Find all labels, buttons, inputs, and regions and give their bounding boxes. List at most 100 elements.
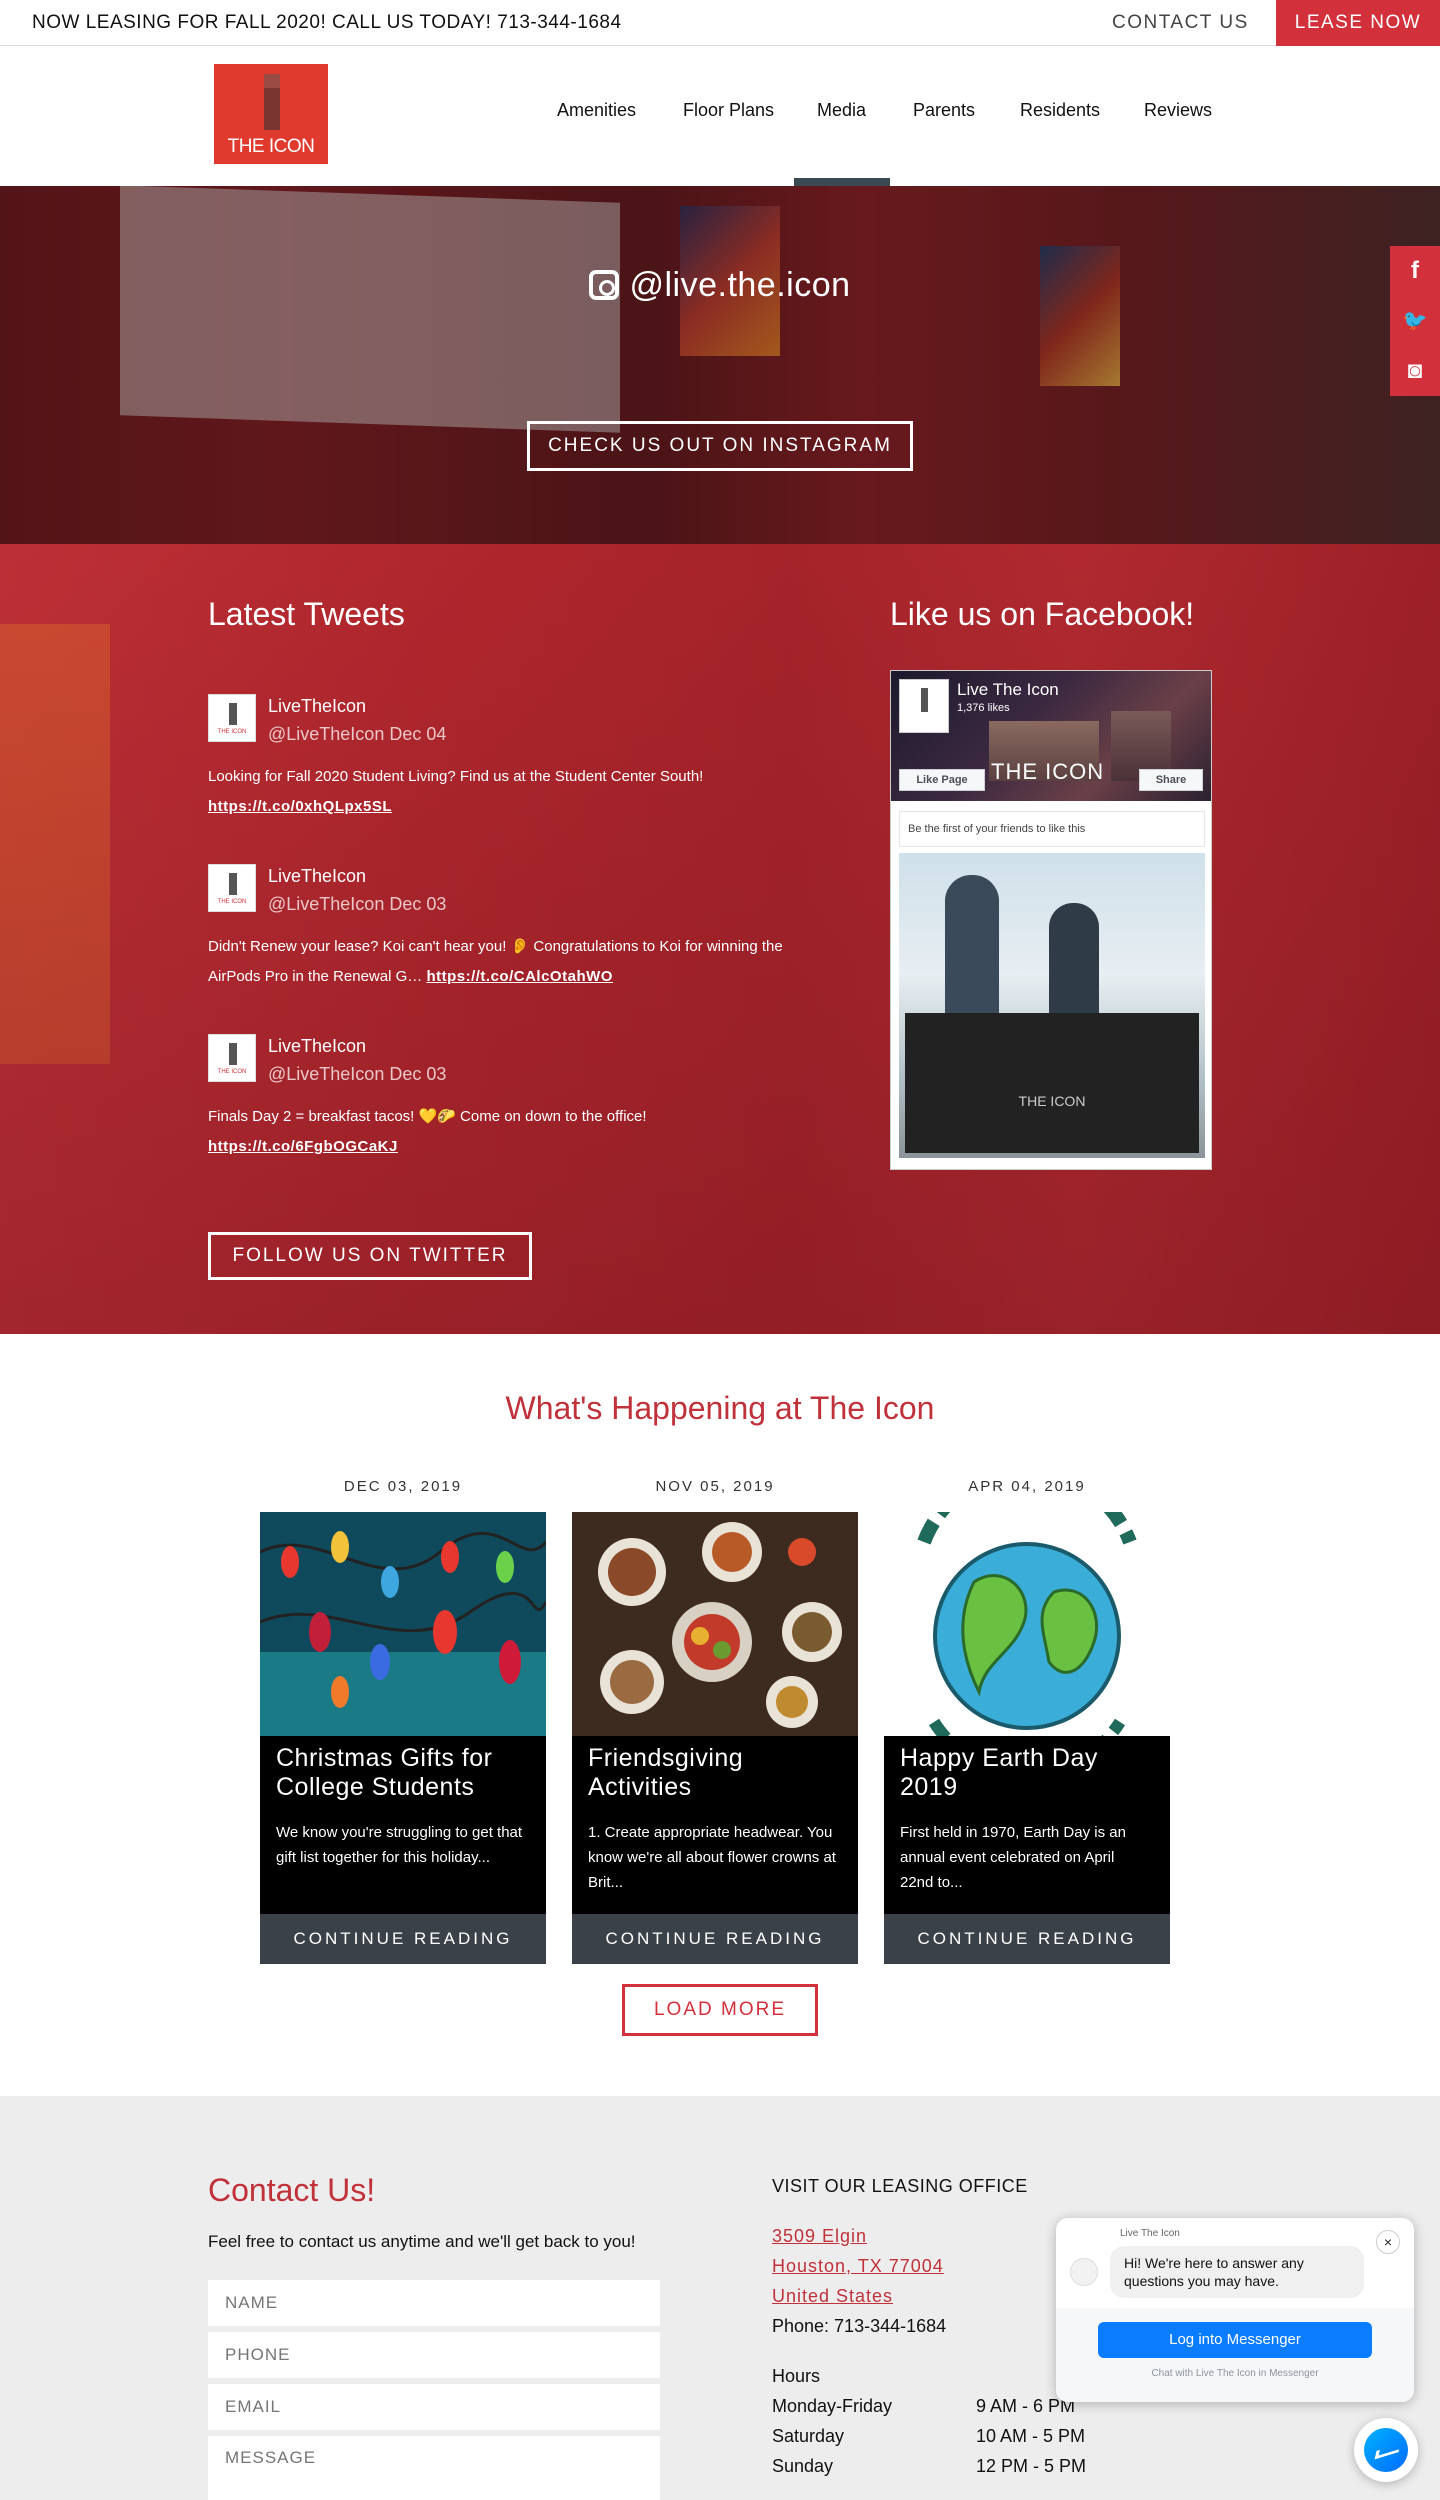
blog-title[interactable]: Friendsgiving Activities [588,1744,848,1802]
blog-card: DEC 03, 2019 Christmas Gifts for College… [258,1474,548,1964]
tweet-link[interactable]: https://t.co/CAlcOtahWO [426,968,613,985]
contact-heading: Contact Us! [208,2172,376,2208]
blog-excerpt: First held in 1970, Earth Day is an annu… [900,1824,1126,1891]
facebook-friends-text: Be the first of your friends to like thi… [899,811,1205,847]
email-field[interactable] [208,2384,660,2430]
chat-sender-name: Live The Icon [1120,2228,1180,2239]
announcement-bar: NOW LEASING FOR FALL 2020! CALL US TODAY… [0,0,1440,46]
blog-image-friendsgiving[interactable] [572,1512,858,1736]
facebook-share-button[interactable]: Share [1139,769,1203,791]
instagram-banner: @live.the.icon CHECK US OUT ON INSTAGRAM [0,186,1440,544]
address-line-2[interactable]: Houston, TX 77004 [772,2256,944,2277]
tweet-text: Finals Day 2 = breakfast tacos! 💛🌮 Come … [208,1102,828,1162]
site-header: THE ICON Amenities Floor Plans Media Par… [0,46,1440,186]
contact-subtext: Feel free to contact us anytime and we'l… [208,2232,636,2251]
banner-overlay [0,186,1440,544]
blog-title[interactable]: Christmas Gifts for College Students [276,1744,536,1802]
facebook-heading: Like us on Facebook! [890,596,1195,632]
tweet-avatar[interactable] [208,1034,256,1082]
address-line-1[interactable]: 3509 Elgin [772,2226,867,2247]
messenger-bolt-icon [1364,2428,1408,2472]
facebook-icon[interactable]: f [1390,246,1440,296]
photo-person [1049,903,1099,1023]
hours-row: Saturday 10 AM - 5 PM [772,2426,1172,2447]
continue-reading-button[interactable]: CONTINUE READING [884,1914,1170,1964]
tweet-avatar[interactable] [208,864,256,912]
follow-twitter-button[interactable]: FOLLOW US ON TWITTER [208,1232,532,1280]
social-sidebar: f 🐦 ◙ [1390,246,1440,396]
messenger-chat-popup: Live The Icon × Hi! We're here to answer… [1056,2218,1414,2402]
chat-footer-text: Chat with Live The Icon in Messenger [1151,2368,1319,2379]
tweet-link[interactable]: https://t.co/6FgbOGCaKJ [208,1138,398,1155]
phone-field[interactable] [208,2332,660,2378]
blog-date: DEC 03, 2019 [343,1478,463,1495]
instagram-handle[interactable]: @live.the.icon [0,266,1440,305]
tweet-link[interactable]: https://t.co/0xhQLpx5SL [208,798,392,815]
hours-day: Saturday [772,2426,845,2446]
tweet-meta: @LiveTheIcon Dec 03 [268,894,447,914]
facebook-like-button[interactable]: Like Page [899,769,985,791]
tweet-body: Finals Day 2 = breakfast tacos! 💛🌮 Come … [208,1108,647,1125]
load-more-button[interactable]: LOAD MORE [622,1984,818,2036]
continue-reading-button[interactable]: CONTINUE READING [260,1914,546,1964]
nav-amenities[interactable]: Amenities [557,100,636,121]
messenger-launcher-icon[interactable] [1354,2418,1418,2482]
blog-card-body: Happy Earth Day 2019 First held in 1970,… [884,1736,1170,1914]
photo-table-logo: THE ICON [1018,1093,1086,1109]
announcement-text: NOW LEASING FOR FALL 2020! CALL US TODAY… [32,12,622,33]
tweet-author[interactable]: LiveTheIcon [268,696,366,717]
chat-greeting: Hi! We're here to answer any questions y… [1110,2246,1364,2298]
blog-card: NOV 05, 2019 Friendsgiving Activities 1.… [570,1474,860,1964]
hours-time: 12 PM - 5 PM [976,2456,1087,2476]
facebook-post-photo[interactable]: THE ICON [899,853,1205,1158]
blog-heading: What's Happening at The Icon [505,1390,935,1426]
office-phone: Phone: 713-344-1684 [772,2316,947,2336]
logo-mark-icon [264,74,280,130]
nav-media[interactable]: Media [817,100,866,121]
nav-active-indicator [794,178,890,186]
blog-excerpt: 1. Create appropriate headwear. You know… [588,1824,836,1891]
logo-text: THE ICON [227,136,315,157]
blog-card-body: Christmas Gifts for College Students We … [260,1736,546,1914]
hours-time: 10 AM - 5 PM [976,2426,1086,2446]
facebook-page-widget: Live The Icon 1,376 likes THE ICON Like … [890,670,1212,1170]
hours-row: Sunday 12 PM - 5 PM [772,2456,1172,2477]
tweet-avatar[interactable] [208,694,256,742]
site-logo[interactable]: THE ICON [214,64,328,164]
facebook-page-name[interactable]: Live The Icon [957,680,1059,700]
hours-heading: Hours [772,2366,821,2386]
friendsgiving-table-image [572,1512,858,1736]
nav-reviews[interactable]: Reviews [1144,100,1212,121]
tweet-author[interactable]: LiveTheIcon [268,866,366,887]
continue-reading-button[interactable]: CONTINUE READING [572,1914,858,1964]
message-field[interactable] [208,2436,660,2500]
messenger-login-button[interactable]: Log into Messenger [1098,2322,1372,2358]
contact-us-link[interactable]: CONTACT US [1112,12,1249,34]
nav-parents[interactable]: Parents [913,100,975,121]
tweet-author[interactable]: LiveTheIcon [268,1036,366,1057]
nav-floor-plans[interactable]: Floor Plans [683,100,774,121]
blog-card: APR 04, 2019 Happy Earth Day 2019 First … [882,1474,1172,1964]
twitter-icon[interactable]: 🐦 [1390,296,1440,346]
blog-image-christmas-lights[interactable] [260,1512,546,1736]
address-line-3[interactable]: United States [772,2286,893,2307]
instagram-handle-text: @live.the.icon [629,266,851,304]
hours-day: Sunday [772,2456,834,2476]
instagram-icon [589,270,620,300]
close-icon[interactable]: × [1376,2230,1400,2254]
nav-residents[interactable]: Residents [1020,100,1100,121]
tweet-text: Looking for Fall 2020 Student Living? Fi… [208,762,828,822]
facebook-like-count: 1,376 likes [957,702,1010,714]
hours-day: Monday-Friday [772,2396,893,2416]
cover-logo-text: THE ICON [991,759,1105,784]
instagram-cta-button[interactable]: CHECK US OUT ON INSTAGRAM [527,421,913,471]
instagram-icon[interactable]: ◙ [1390,346,1440,396]
blog-excerpt: We know you're struggling to get that gi… [276,1824,523,1866]
blog-card-body: Friendsgiving Activities 1. Create appro… [572,1736,858,1914]
lease-now-button[interactable]: LEASE NOW [1276,0,1440,46]
blog-title[interactable]: Happy Earth Day 2019 [900,1744,1160,1802]
facebook-page-avatar[interactable] [899,679,949,733]
name-field[interactable] [208,2280,660,2326]
chat-avatar [1070,2258,1098,2286]
blog-image-earth-day[interactable] [884,1512,1170,1736]
